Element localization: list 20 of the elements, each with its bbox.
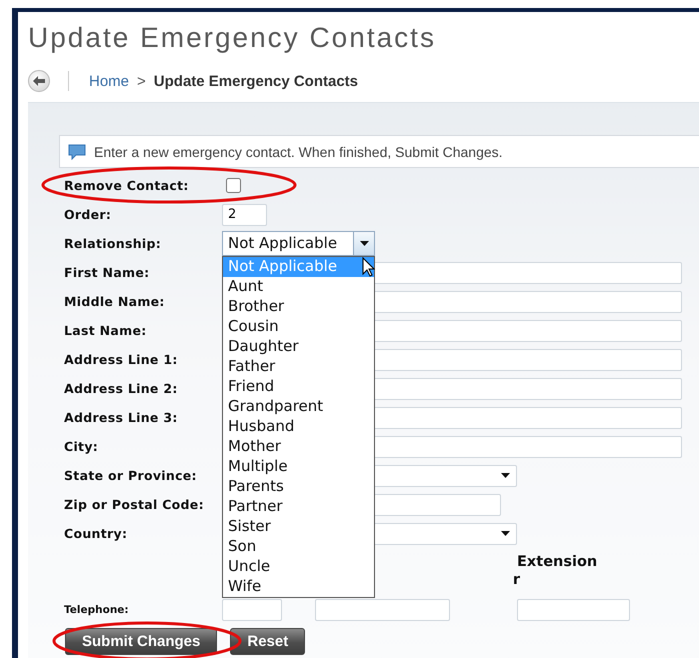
column-heading: Extension: [517, 554, 598, 570]
breadcrumb-separator: >: [137, 72, 146, 90]
field-label: Remove Contact:: [64, 178, 190, 193]
field-label: First Name:: [64, 265, 150, 280]
breadcrumb-current: Update Emergency Contacts: [154, 72, 358, 90]
field-label: Telephone:: [64, 604, 130, 616]
field-label: Relationship:: [64, 236, 162, 251]
field-label: State or Province:: [64, 468, 198, 483]
field-label: Address Line 3:: [64, 410, 179, 425]
info-message: Enter a new emergency contact. When finished, Submit Changes.: [94, 144, 503, 160]
field-label: Last Name:: [64, 323, 148, 338]
field-label: Address Line 1:: [64, 352, 179, 367]
field-label: City:: [64, 439, 100, 454]
field-label: Country:: [64, 526, 128, 541]
field-label: Middle Name:: [64, 294, 166, 309]
field-label: Zip or Postal Code:: [64, 497, 205, 512]
column-heading: r: [512, 572, 520, 588]
field-label: Order:: [64, 207, 112, 222]
page-title: Update Emergency Contacts: [28, 22, 437, 55]
field-label: Address Line 2:: [64, 381, 179, 396]
